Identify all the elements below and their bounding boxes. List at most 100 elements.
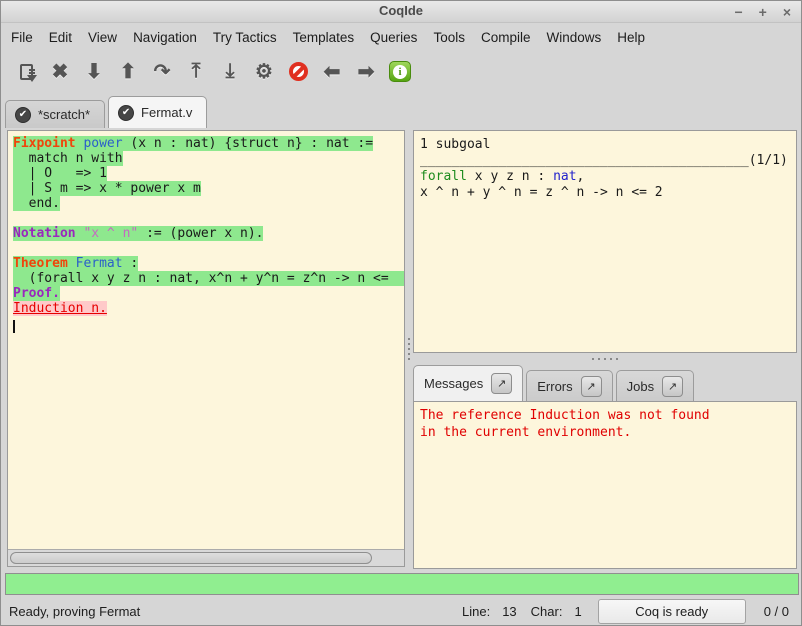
code-line: 1 subgoal: [420, 137, 796, 153]
code-line: Induction n.: [13, 301, 404, 316]
about-info-button[interactable]: i: [383, 55, 417, 89]
step-backward-button[interactable]: ⬆: [111, 55, 145, 89]
char-label: Char:: [531, 604, 563, 619]
preferences-gear-icon: ⚙: [255, 59, 273, 84]
messages-view[interactable]: The reference Induction was not foundin …: [414, 402, 796, 441]
menu-view[interactable]: View: [80, 26, 125, 49]
coqide-window: CoqIde − + × FileEditViewNavigationTry T…: [0, 0, 802, 626]
step-forward-icon: ⬇: [86, 59, 103, 84]
code-line: [13, 316, 404, 331]
char-value: 1: [574, 604, 581, 619]
abort-close-icon: ✖: [52, 59, 69, 84]
toolbar: ✖ ⬇ ⬆ ↷ ⤒ ⤓ ⚙ ⬅ ➡ i: [1, 50, 801, 93]
go-to-start-icon: ⤒: [192, 60, 201, 83]
previous-occurrence-button[interactable]: ⬅: [315, 55, 349, 89]
code-line: end.: [13, 196, 404, 211]
interrupt-stop-icon: [289, 62, 308, 81]
tab-errors[interactable]: Errors ↗: [526, 370, 612, 401]
preferences-gear-button[interactable]: ⚙: [247, 55, 281, 89]
next-occurrence-icon: ➡: [358, 59, 375, 84]
go-to-cursor-icon: ↷: [154, 59, 171, 84]
text-cursor: [13, 320, 15, 333]
code-line: ________________________________________…: [420, 153, 796, 169]
tab-label: *scratch*: [38, 107, 90, 122]
code-line: | O => 1: [13, 166, 404, 181]
tab-messages[interactable]: Messages ↗: [413, 365, 523, 401]
title-bar: CoqIde − + ×: [1, 1, 801, 23]
menu-try-tactics[interactable]: Try Tactics: [205, 26, 285, 49]
code-line: Proof.: [13, 286, 404, 301]
goal-view[interactable]: 1 subgoal_______________________________…: [414, 131, 796, 201]
tab-scratch[interactable]: ✔ *scratch*: [5, 100, 105, 128]
code-line: [13, 211, 404, 226]
detach-icon[interactable]: ↗: [581, 376, 602, 397]
worker-counter: 0 / 0: [764, 604, 789, 619]
code-line: Fixpoint power (x n : nat) {struct n} : …: [13, 136, 404, 151]
document-tab-bar: ✔ *scratch* ✔ Fermat.v: [5, 95, 801, 128]
menu-templates[interactable]: Templates: [285, 26, 363, 49]
go-to-end-page-icon: [20, 64, 33, 80]
maximize-icon[interactable]: +: [759, 1, 767, 23]
go-to-cursor-button[interactable]: ↷: [145, 55, 179, 89]
tab-label: Messages: [424, 376, 483, 391]
message-line: in the current environment.: [420, 424, 796, 441]
code-line: (forall x y z n : nat, x^n + y^n = z^n -…: [13, 271, 404, 286]
tab-jobs[interactable]: Jobs ↗: [616, 370, 694, 401]
step-forward-button[interactable]: ⬇: [77, 55, 111, 89]
line-value: 13: [502, 604, 516, 619]
tab-fermat-v[interactable]: ✔ Fermat.v: [108, 96, 207, 128]
menu-bar: FileEditViewNavigationTry TacticsTemplat…: [1, 24, 801, 50]
goal-pane: 1 subgoal_______________________________…: [413, 130, 797, 353]
horizontal-splitter-handle[interactable]: [413, 353, 797, 364]
tab-label: Jobs: [627, 379, 654, 394]
menu-navigation[interactable]: Navigation: [125, 26, 205, 49]
close-icon[interactable]: ×: [783, 1, 791, 23]
message-line: The reference Induction was not found: [420, 407, 796, 424]
menu-compile[interactable]: Compile: [473, 26, 539, 49]
code-line: | S m => x * power x m: [13, 181, 404, 196]
previous-occurrence-icon: ⬅: [324, 59, 341, 84]
go-to-end-button[interactable]: ⤓: [213, 55, 247, 89]
code-line: match n with: [13, 151, 404, 166]
menu-windows[interactable]: Windows: [538, 26, 609, 49]
menu-help[interactable]: Help: [609, 26, 653, 49]
progress-bar: [5, 573, 799, 595]
status-message: Ready, proving Fermat: [9, 604, 448, 619]
menu-queries[interactable]: Queries: [362, 26, 425, 49]
line-label: Line:: [462, 604, 490, 619]
detach-icon[interactable]: ↗: [491, 373, 512, 394]
vertical-splitter-handle[interactable]: [405, 130, 413, 567]
script-editor[interactable]: Fixpoint power (x n : nat) {struct n} : …: [8, 131, 404, 549]
status-bar: Ready, proving Fermat Line: 13 Char: 1 C…: [1, 597, 801, 626]
step-backward-icon: ⬆: [120, 59, 137, 84]
coq-status-button[interactable]: Coq is ready: [598, 599, 746, 624]
code-line: Theorem Fermat :: [13, 256, 404, 271]
next-occurrence-button[interactable]: ➡: [349, 55, 383, 89]
code-line: forall x y z n : nat,: [420, 169, 796, 185]
window-controls: − + ×: [734, 1, 791, 23]
go-to-end-icon: ⤓: [226, 60, 235, 83]
messages-pane: The reference Induction was not foundin …: [413, 401, 797, 569]
go-to-start-button[interactable]: ⤒: [179, 55, 213, 89]
abort-close-button[interactable]: ✖: [43, 55, 77, 89]
code-line: [13, 241, 404, 256]
check-icon: ✔: [15, 107, 31, 123]
menu-edit[interactable]: Edit: [41, 26, 80, 49]
minimize-icon[interactable]: −: [734, 1, 742, 23]
tab-label: Errors: [537, 379, 572, 394]
window-title: CoqIde: [1, 3, 801, 18]
script-editor-pane: Fixpoint power (x n : nat) {struct n} : …: [7, 130, 405, 567]
horizontal-scrollbar[interactable]: [8, 549, 404, 566]
menu-file[interactable]: File: [3, 26, 41, 49]
go-to-end-page-button[interactable]: [9, 55, 43, 89]
check-icon: ✔: [118, 105, 134, 121]
about-info-icon: i: [389, 61, 411, 82]
interrupt-stop-button[interactable]: [281, 55, 315, 89]
code-line: x ^ n + y ^ n = z ^ n -> n <= 2: [420, 185, 796, 201]
code-line: Notation "x ^ n" := (power x n).: [13, 226, 404, 241]
detach-icon[interactable]: ↗: [662, 376, 683, 397]
menu-tools[interactable]: Tools: [425, 26, 473, 49]
tab-label: Fermat.v: [141, 105, 192, 120]
messages-tab-bar: Messages ↗ Errors ↗ Jobs ↗: [413, 364, 797, 401]
scrollbar-thumb[interactable]: [10, 552, 372, 564]
